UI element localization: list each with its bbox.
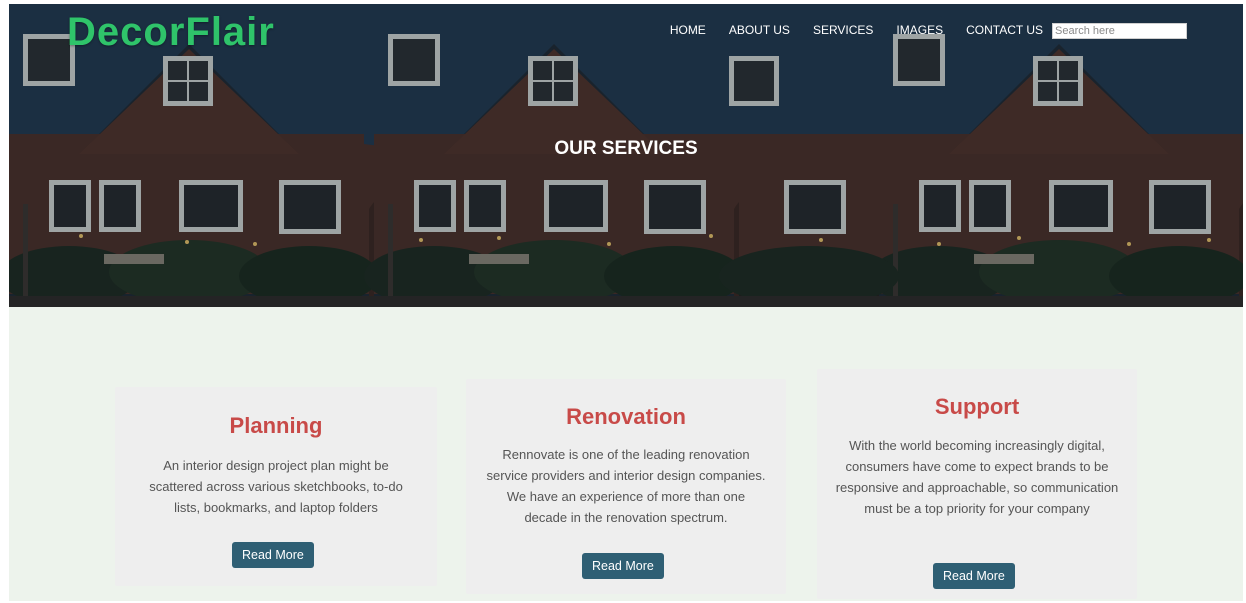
nav-services[interactable]: SERVICES [813, 23, 873, 37]
hero-banner: DecorFlair HOME ABOUT US SERVICES IMAGES… [9, 4, 1243, 307]
card-title: Renovation [566, 404, 686, 429]
read-more-button[interactable]: Read More [933, 563, 1015, 589]
service-card-renovation: Renovation Rennovate is one of the leadi… [466, 379, 786, 594]
service-card-support: Support With the world becoming increasi… [817, 369, 1137, 599]
card-description: Rennovate is one of the leading renovati… [486, 447, 766, 525]
card-description: An interior design project plan might be… [149, 458, 403, 515]
read-more-button[interactable]: Read More [232, 542, 314, 568]
card-description: With the world becoming increasingly dig… [835, 438, 1119, 516]
card-title: Planning [229, 413, 323, 438]
nav-images[interactable]: IMAGES [896, 23, 943, 37]
nav-contact-us[interactable]: CONTACT US [966, 23, 1043, 37]
nav-about-us[interactable]: ABOUT US [729, 23, 790, 37]
read-more-button[interactable]: Read More [582, 553, 664, 579]
service-card-planning: Planning An interior design project plan… [115, 387, 437, 586]
services-section: Planning An interior design project plan… [9, 307, 1243, 601]
card-title: Support [934, 394, 1020, 419]
nav-home[interactable]: HOME [670, 23, 706, 37]
main-nav: HOME ABOUT US SERVICES IMAGES CONTACT US [647, 23, 1043, 37]
search-input[interactable] [1052, 23, 1187, 39]
site-logo[interactable]: DecorFlair [67, 10, 275, 55]
page-title: OUR SERVICES [554, 138, 698, 159]
